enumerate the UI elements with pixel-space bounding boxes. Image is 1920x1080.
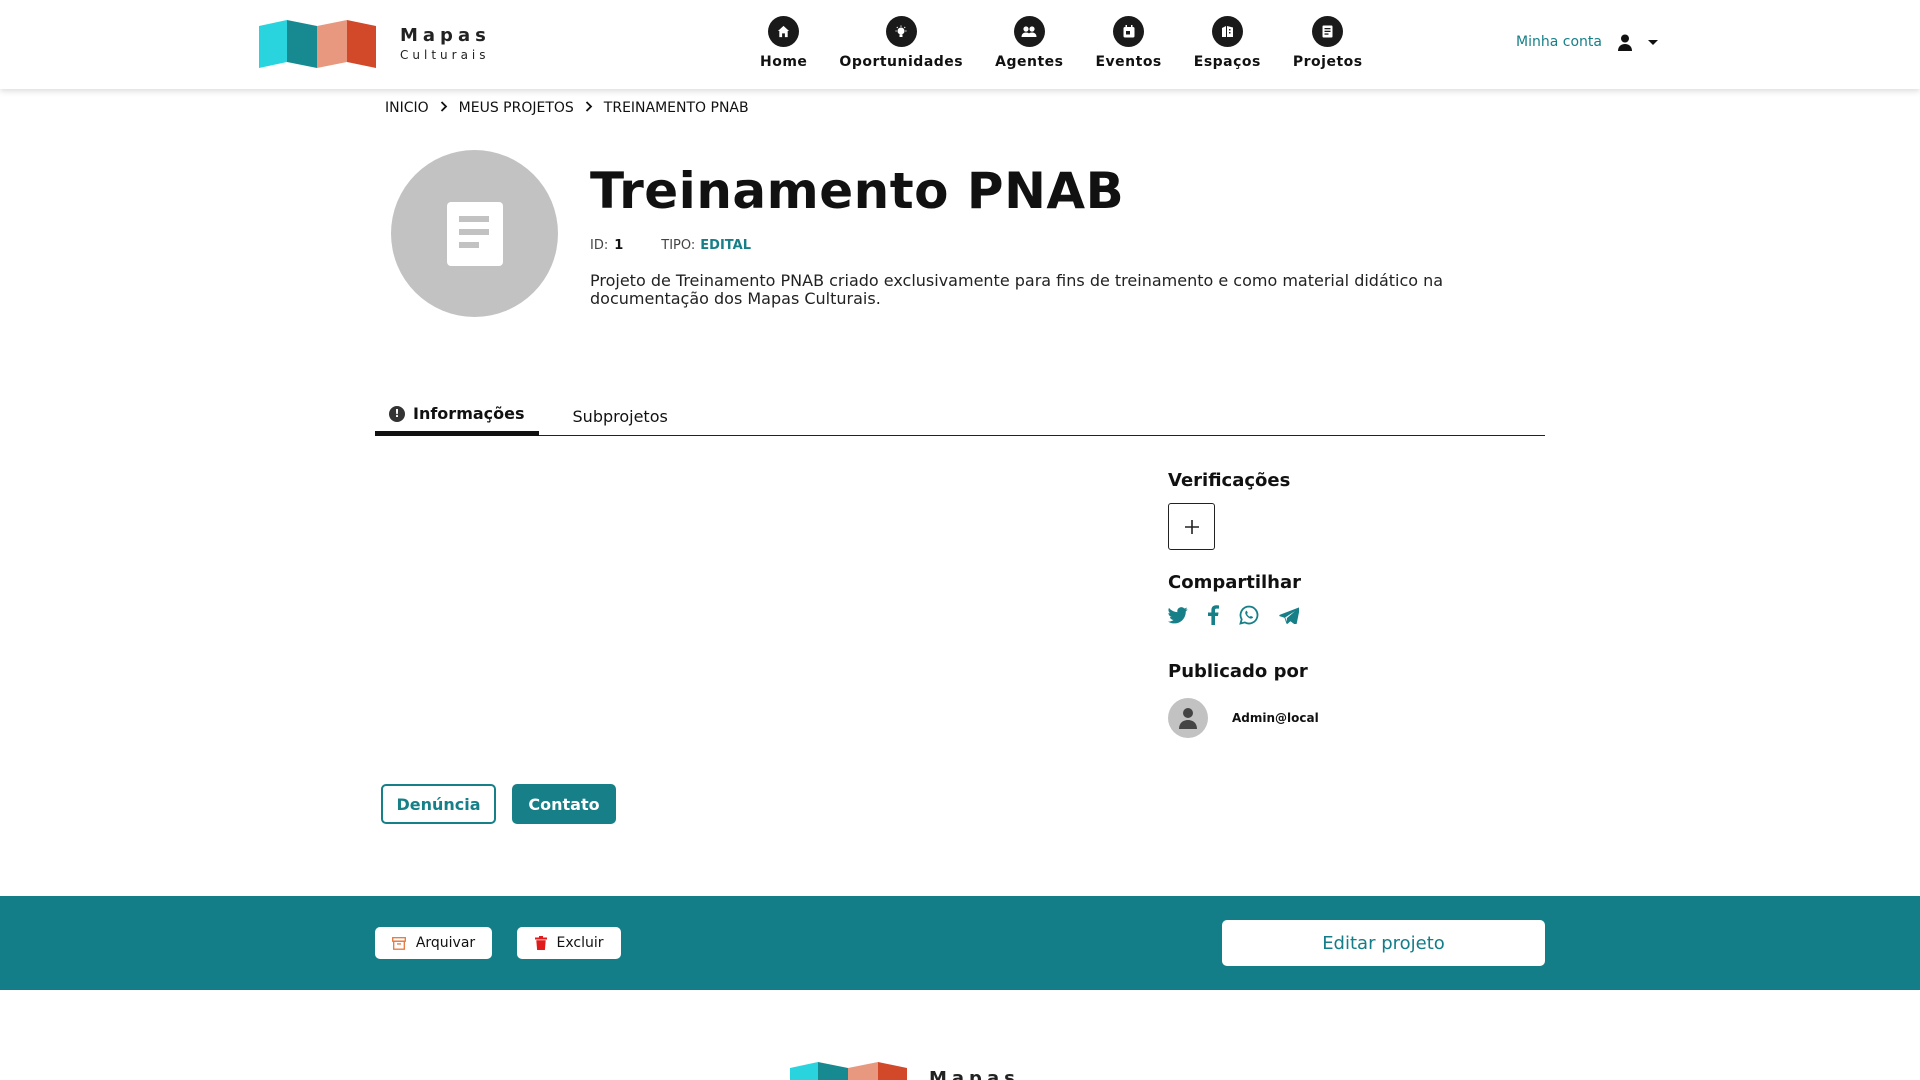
tab-informacoes[interactable]: ! Informações <box>375 396 539 436</box>
twitter-icon[interactable] <box>1168 606 1188 624</box>
nav-agentes[interactable]: Agentes <box>995 16 1063 70</box>
chevron-right-icon <box>585 100 593 116</box>
tipo-value: EDITAL <box>700 238 751 253</box>
arquivar-button[interactable]: Arquivar <box>375 927 492 959</box>
telegram-icon[interactable] <box>1279 607 1299 624</box>
edit-action-bar: Arquivar Excluir Editar projeto <box>0 896 1920 990</box>
account-label: Minha conta <box>1516 34 1602 50</box>
verificacoes-title: Verificações <box>1168 470 1291 491</box>
calendar-icon <box>1113 16 1145 47</box>
logo-line2: Culturais <box>400 48 490 62</box>
tab-subprojetos-label: Subprojetos <box>572 406 668 426</box>
document-icon <box>446 201 503 266</box>
logo-text: Mapas Culturais <box>400 25 491 62</box>
project-description: Projeto de Treinamento PNAB criado exclu… <box>590 271 1444 308</box>
tipo-label: TIPO: <box>661 238 696 253</box>
excluir-button[interactable]: Excluir <box>517 927 621 959</box>
page-title: Treinamento PNAB <box>590 162 1125 220</box>
breadcrumb-meus-projetos[interactable]: MEUS PROJETOS <box>459 100 574 116</box>
project-avatar <box>391 150 558 317</box>
trash-icon <box>534 936 547 950</box>
nav-espacos-label: Espaços <box>1193 54 1261 70</box>
nav-projetos[interactable]: Projetos <box>1293 16 1363 70</box>
facebook-icon[interactable] <box>1208 605 1219 625</box>
logo-mark-icon <box>790 1062 907 1080</box>
nav-home-label: Home <box>760 54 808 70</box>
nav-oportunidades-label: Oportunidades <box>839 54 964 70</box>
breadcrumb-current: TREINAMENTO PNAB <box>603 100 749 116</box>
logo-mark-icon <box>259 20 376 68</box>
project-meta: ID: 1 TIPO: EDITAL <box>590 238 751 253</box>
publisher-name[interactable]: Admin@local <box>1232 711 1319 725</box>
home-icon <box>768 16 800 47</box>
whatsapp-icon[interactable] <box>1239 605 1259 625</box>
breadcrumb: INICIO MEUS PROJETOS TREINAMENTO PNAB <box>385 100 749 116</box>
user-icon <box>1179 708 1197 729</box>
nav-home[interactable]: Home <box>760 16 807 70</box>
main-nav: Home Oportunidades Agentes Eventos Espaç… <box>760 16 1395 70</box>
nav-espacos[interactable]: Espaços <box>1194 16 1261 70</box>
nav-projetos-label: Projetos <box>1292 54 1363 70</box>
compartilhar-title: Compartilhar <box>1168 572 1302 593</box>
document-icon <box>1312 16 1344 47</box>
footer-logo: Mapas <box>790 1062 1020 1080</box>
user-icon <box>1616 33 1634 51</box>
id-label: ID: <box>590 238 609 253</box>
tab-subprojetos[interactable]: Subprojetos <box>559 396 682 436</box>
plus-icon <box>1184 519 1199 534</box>
breadcrumb-inicio[interactable]: INICIO <box>385 100 429 116</box>
denuncia-button[interactable]: Denúncia <box>381 784 496 824</box>
building-icon <box>1211 16 1243 47</box>
share-icons <box>1168 605 1319 625</box>
logo-line1: Mapas <box>400 25 491 46</box>
editar-projeto-button[interactable]: Editar projeto <box>1222 920 1545 966</box>
people-icon <box>1013 16 1045 47</box>
footer-logo-text: Mapas <box>929 1068 1020 1080</box>
account-menu[interactable]: Minha conta <box>1516 33 1658 51</box>
publisher: Admin@local <box>1168 698 1319 738</box>
top-header: Mapas Culturais Home Oportunidades Agent… <box>0 0 1920 89</box>
chevron-down-icon <box>1647 39 1658 45</box>
nav-eventos[interactable]: Eventos <box>1095 16 1161 70</box>
nav-oportunidades[interactable]: Oportunidades <box>839 16 963 70</box>
chevron-right-icon <box>440 100 448 116</box>
avatar[interactable] <box>1168 698 1208 738</box>
nav-eventos-label: Eventos <box>1095 54 1162 70</box>
excluir-label: Excluir <box>556 935 604 951</box>
lightbulb-icon <box>885 16 917 47</box>
side-panel: Verificações Compartilhar Publicado por … <box>1168 470 1319 738</box>
id-value: 1 <box>614 238 624 253</box>
info-icon: ! <box>389 405 405 422</box>
archive-icon <box>391 936 406 950</box>
add-verification-button[interactable] <box>1168 503 1215 550</box>
publicado-title: Publicado por <box>1168 661 1308 682</box>
mapas-culturais-logo[interactable]: Mapas Culturais <box>259 20 491 68</box>
tabs: ! Informações Subprojetos <box>375 396 1545 436</box>
arquivar-label: Arquivar <box>415 935 476 951</box>
contato-button[interactable]: Contato <box>512 784 616 824</box>
tab-informacoes-label: Informações <box>413 404 525 423</box>
nav-agentes-label: Agentes <box>995 54 1064 70</box>
